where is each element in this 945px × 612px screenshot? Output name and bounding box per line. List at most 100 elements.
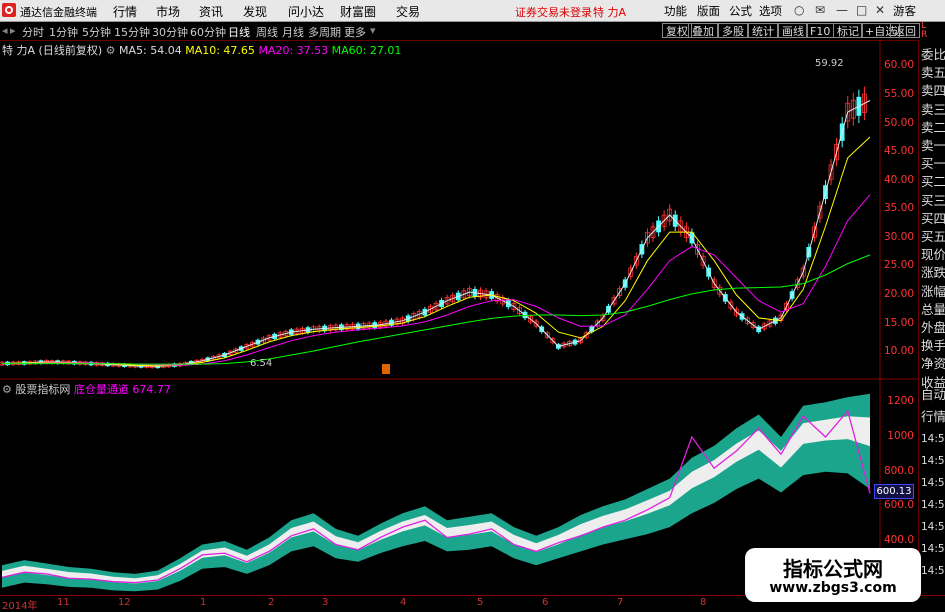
- expand-icon[interactable]: ▸: [10, 24, 16, 37]
- time-axis-label: 6: [542, 597, 549, 608]
- upper-pane: [0, 86, 871, 369]
- period-weekly[interactable]: 周线: [256, 24, 278, 40]
- side-panel-lower-item[interactable]: 14:50: [921, 520, 945, 534]
- side-panel-item[interactable]: 买五: [921, 230, 945, 244]
- current-value-tag: 600.13: [874, 484, 914, 499]
- price-axis-label: 30.00: [883, 230, 914, 243]
- menu-item-market[interactable]: 市场: [156, 3, 180, 20]
- close-icon[interactable]: ✕: [875, 3, 885, 17]
- mail-icon[interactable]: ✉: [815, 3, 825, 17]
- menu-item-trade[interactable]: 交易: [396, 3, 420, 20]
- time-axis-label: 2014年: [2, 601, 38, 612]
- menu-options[interactable]: 选项: [759, 3, 782, 19]
- side-panel-item[interactable]: 卖五: [921, 66, 945, 80]
- price-axis-label: 25.00: [883, 259, 914, 272]
- event-marker-icon[interactable]: [382, 364, 390, 374]
- price-axis-label: 15.00: [883, 316, 914, 329]
- side-panel-item[interactable]: 总量: [921, 302, 945, 317]
- side-panel-lower-item[interactable]: 自动: [921, 388, 945, 402]
- login-warning[interactable]: 证券交易未登录: [515, 4, 592, 20]
- side-panel-item[interactable]: 委比: [921, 48, 945, 62]
- maximize-icon[interactable]: □: [856, 3, 867, 17]
- back-button[interactable]: 返回: [890, 23, 920, 38]
- side-panel-lower-item[interactable]: 14:50: [921, 432, 945, 446]
- period-intraday[interactable]: 分时: [22, 24, 44, 40]
- watermark-url: www.zbgs3.com: [769, 580, 897, 596]
- l-indicator: LR: [921, 21, 928, 40]
- time-axis-label: 12: [118, 597, 131, 608]
- ma-line-ma20: [2, 194, 871, 366]
- side-panel-item[interactable]: 卖三: [921, 102, 945, 117]
- side-panel-lower-item[interactable]: 14:50: [921, 564, 945, 578]
- help-icon[interactable]: ○: [794, 3, 804, 17]
- side-panel-item[interactable]: 净资: [921, 357, 945, 371]
- period-5min[interactable]: 5分钟: [82, 24, 111, 40]
- side-panel-item[interactable]: 卖二: [921, 120, 945, 135]
- app-logo-icon: [2, 3, 16, 17]
- side-panel-item[interactable]: 卖一: [921, 139, 945, 153]
- period-60min[interactable]: 60分钟: [190, 24, 226, 40]
- period-multi[interactable]: 多周期: [308, 24, 341, 40]
- period-toolbar: ◂ ▸ 分时 1分钟 5分钟 15分钟 30分钟 60分钟 日线 周线 月线 多…: [0, 22, 945, 41]
- statistics-button[interactable]: 统计: [748, 23, 778, 38]
- menu-layout[interactable]: 版面: [697, 3, 720, 19]
- mark-button[interactable]: 标记: [833, 23, 863, 38]
- kline-chart[interactable]: [0, 40, 918, 595]
- collapse-icon[interactable]: ◂: [2, 24, 8, 37]
- ma-line-ma5: [1, 100, 871, 367]
- menu-formula[interactable]: 公式: [729, 3, 752, 19]
- period-15min[interactable]: 15分钟: [114, 24, 150, 40]
- menu-item-quotes[interactable]: 行情: [113, 3, 137, 20]
- side-panel-item[interactable]: 卖四: [921, 84, 945, 98]
- menu-item-news[interactable]: 资讯: [199, 3, 223, 20]
- ma-line-ma10: [1, 136, 871, 367]
- side-panel-lower-item[interactable]: 行情: [921, 410, 945, 424]
- price-axis-label: 45.00: [883, 145, 914, 158]
- side-panel-item[interactable]: 换手: [921, 339, 945, 353]
- guest-user[interactable]: 游客: [893, 3, 916, 19]
- time-axis-label: 4: [400, 597, 407, 608]
- period-daily[interactable]: 日线: [228, 24, 250, 40]
- side-panel-lower-item[interactable]: 14:50: [921, 542, 945, 556]
- candles: [0, 86, 867, 369]
- side-panel-item[interactable]: 涨跌: [921, 266, 945, 280]
- time-axis-label: 2: [268, 597, 275, 608]
- side-panel-lower-item[interactable]: 14:50: [921, 476, 945, 490]
- indicator-value: 674.77: [132, 383, 171, 396]
- side-panel-lower-item[interactable]: 14:50: [921, 498, 945, 512]
- watermark: 指标公式网 www.zbgs3.com: [745, 548, 921, 602]
- side-panel-item[interactable]: 买二: [921, 175, 945, 189]
- menu-function[interactable]: 功能: [664, 3, 687, 19]
- overlay-button[interactable]: 叠加: [688, 23, 718, 38]
- draw-line-button[interactable]: 画线: [778, 23, 808, 38]
- low-price-label: 6.54: [250, 358, 273, 369]
- price-axis-label: 50.00: [883, 116, 914, 129]
- side-panel-item[interactable]: 外盘: [921, 321, 945, 335]
- menu-item-ask[interactable]: 问小达: [288, 3, 324, 20]
- indicator-axis-label: 600.0: [883, 499, 914, 512]
- dropdown-icon[interactable]: ▾: [370, 24, 376, 37]
- indicator-axis-label: 1200: [887, 395, 914, 408]
- side-panel-item[interactable]: 现价: [921, 248, 945, 262]
- menu-item-wealth[interactable]: 财富圈: [340, 3, 376, 20]
- minimize-icon[interactable]: —: [836, 3, 848, 17]
- multi-stock-button[interactable]: 多股: [718, 23, 748, 38]
- indicator-axis-label: 1000: [887, 430, 914, 442]
- side-panel-item[interactable]: 买四: [921, 211, 945, 226]
- price-axis-label: 60.00: [883, 59, 914, 72]
- app-title: 通达信金融终端: [20, 6, 97, 19]
- period-30min[interactable]: 30分钟: [152, 24, 188, 40]
- price-axis-label: 35.00: [883, 202, 914, 215]
- f10-button[interactable]: F10: [806, 23, 835, 38]
- period-1min[interactable]: 1分钟: [49, 24, 78, 40]
- indicator-label: ⚙ 股票指标网 底仓量通道 674.77: [2, 381, 171, 397]
- menu-item-discover[interactable]: 发现: [243, 3, 267, 20]
- side-panel-lower-item[interactable]: 14:50: [921, 454, 945, 468]
- period-more[interactable]: 更多: [344, 24, 366, 40]
- side-panel-item[interactable]: 买三: [921, 193, 945, 208]
- side-panel-item[interactable]: 涨幅: [921, 284, 945, 299]
- side-panel-item[interactable]: 买一: [921, 157, 945, 171]
- price-axis-label: 40.00: [883, 173, 914, 186]
- period-monthly[interactable]: 月线: [282, 24, 304, 40]
- indicator-settings-icon[interactable]: ⚙: [2, 383, 12, 396]
